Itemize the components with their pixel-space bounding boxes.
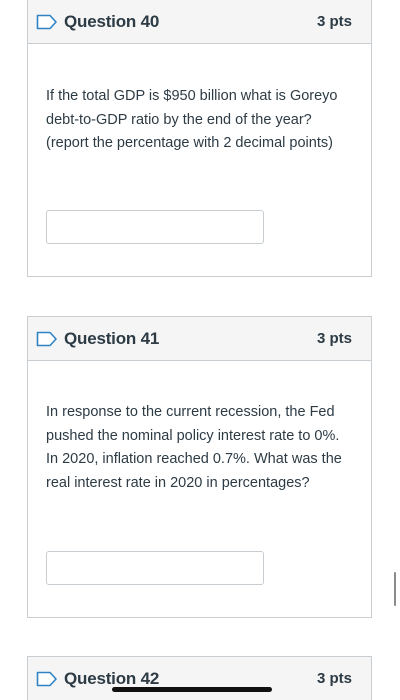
question-card-40: Question 40 3 pts If the total GDP is $9… bbox=[27, 0, 372, 277]
question-title-wrap: Question 40 bbox=[36, 12, 159, 32]
answer-input[interactable] bbox=[46, 551, 264, 585]
flag-question-icon[interactable] bbox=[36, 671, 58, 687]
flag-question-icon[interactable] bbox=[36, 14, 58, 30]
overlay-mark bbox=[112, 687, 272, 692]
question-card-42: Question 42 3 pts bbox=[27, 656, 372, 700]
question-body: In response to the current recession, th… bbox=[28, 361, 371, 617]
question-points: 3 pts bbox=[316, 330, 352, 347]
flag-question-icon[interactable] bbox=[36, 331, 58, 347]
question-header: Question 42 3 pts bbox=[28, 657, 371, 700]
question-header: Question 40 3 pts bbox=[28, 0, 371, 44]
question-title-wrap: Question 42 bbox=[36, 669, 159, 689]
question-text: In response to the current recession, th… bbox=[46, 404, 342, 491]
question-title: Question 42 bbox=[64, 668, 160, 688]
quiz-page: Question 40 3 pts If the total GDP is $9… bbox=[0, 0, 400, 700]
question-body: If the total GDP is $950 billion what is… bbox=[28, 44, 371, 276]
question-card-41: Question 41 3 pts In response to the cur… bbox=[27, 316, 372, 618]
answer-input[interactable] bbox=[46, 210, 264, 244]
scrollbar-thumb[interactable] bbox=[394, 572, 396, 606]
question-text: If the total GDP is $950 billion what is… bbox=[46, 88, 338, 151]
question-title: Question 41 bbox=[64, 328, 160, 348]
question-header: Question 41 3 pts bbox=[28, 317, 371, 361]
question-title: Question 40 bbox=[64, 11, 160, 31]
question-points: 3 pts bbox=[316, 670, 352, 687]
question-title-wrap: Question 41 bbox=[36, 329, 159, 349]
question-points: 3 pts bbox=[316, 13, 352, 30]
